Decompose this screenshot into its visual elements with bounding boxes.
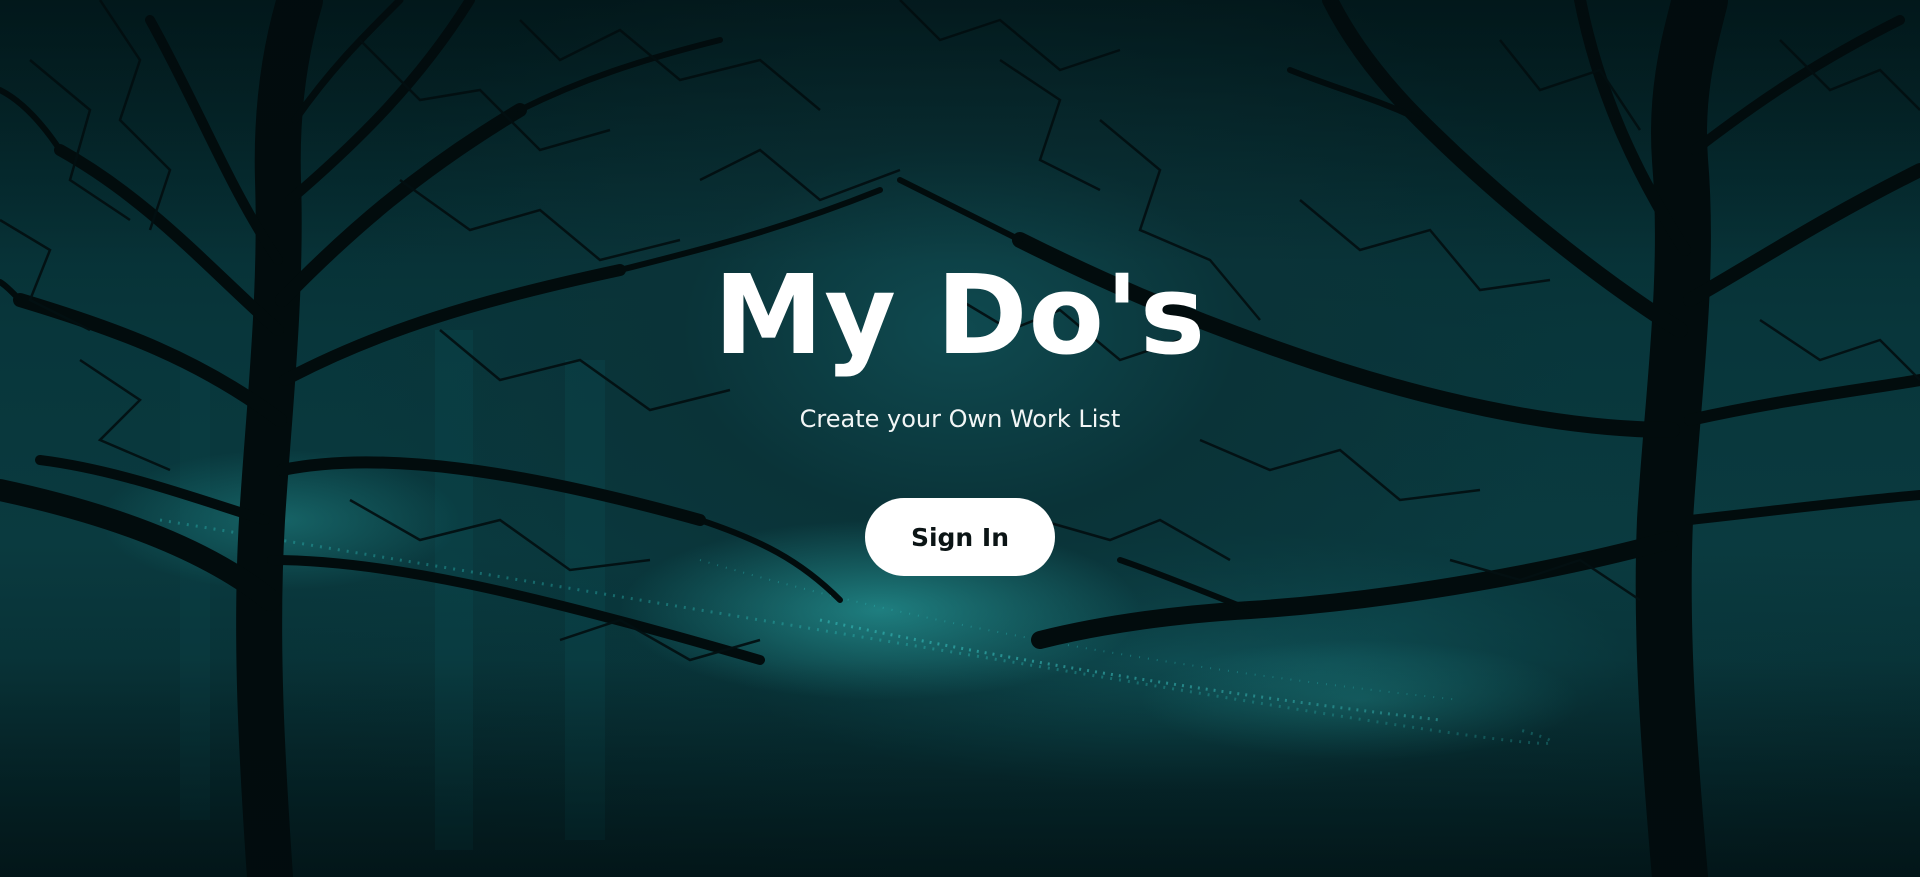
hero-section: My Do's Create your Own Work List Sign I… [0,0,1920,877]
app-tagline: Create your Own Work List [799,405,1121,433]
hero-content: My Do's Create your Own Work List Sign I… [0,0,1920,877]
app-title: My Do's [713,251,1207,379]
sign-in-button[interactable]: Sign In [865,498,1055,576]
